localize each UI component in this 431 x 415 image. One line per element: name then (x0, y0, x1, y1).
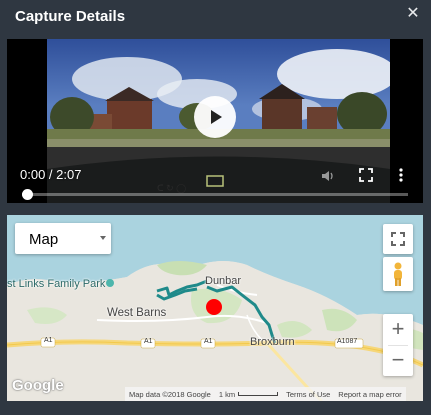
more-vertical-icon[interactable] (397, 167, 405, 183)
map-type-label: Map (29, 231, 59, 248)
map-scale-bar (238, 392, 279, 396)
map-scale: 1 km (218, 389, 279, 399)
google-logo[interactable]: Google (12, 377, 64, 394)
map-scale-label: 1 km (218, 389, 236, 399)
route-map[interactable]: st Links Family Park West Barns Dunbar B… (7, 215, 423, 401)
map-fullscreen-icon (391, 232, 405, 246)
chevron-down-icon (100, 236, 106, 240)
map-attribution: Map data ©2018 Google 1 km Terms of Use … (125, 387, 406, 401)
map-fullscreen-button[interactable] (383, 224, 413, 254)
map-road-label-4: A1087 (337, 338, 358, 345)
close-icon[interactable]: ✕ (406, 6, 420, 22)
terms-link[interactable]: Terms of Use (286, 390, 330, 399)
zoom-out-icon[interactable]: − (383, 345, 413, 376)
play-icon (211, 110, 222, 124)
map-label-broxburn: Broxburn (250, 336, 295, 348)
map-type-select[interactable]: Map (15, 223, 111, 254)
map-data-credit: Map data ©2018 Google (129, 389, 211, 399)
video-time: 0:00 / 2:07 (20, 167, 82, 182)
map-road-label-3: A1 (204, 338, 213, 345)
map-label-park: st Links Family Park (7, 278, 106, 290)
fullscreen-icon[interactable] (359, 168, 373, 182)
street-view-pegman[interactable] (383, 257, 413, 291)
video-player[interactable]: ᑕ ↻ ◯ 0:00 / 2:07 (7, 39, 423, 203)
play-button[interactable] (194, 96, 236, 138)
video-progress-bar[interactable] (22, 189, 408, 200)
capture-details-dialog: Capture Details ✕ ᑕ ↻ ◯ 0:00 / 2:07 st L… (0, 0, 431, 415)
map-road-label-1: A1 (44, 337, 53, 344)
volume-icon[interactable] (320, 168, 336, 184)
zoom-in-icon[interactable]: + (383, 314, 413, 345)
video-progress-handle[interactable] (22, 189, 33, 200)
map-label-dunbar: Dunbar (205, 275, 242, 287)
map-label-west-barns: West Barns (107, 307, 167, 319)
report-map-error-link[interactable]: Report a map error (338, 390, 401, 399)
map-zoom-control: + − (383, 314, 413, 376)
pegman-icon (394, 262, 402, 286)
dialog-title: Capture Details (15, 7, 126, 25)
dialog-titlebar: Capture Details ✕ (0, 0, 431, 32)
map-road-label-2: A1 (144, 338, 153, 345)
